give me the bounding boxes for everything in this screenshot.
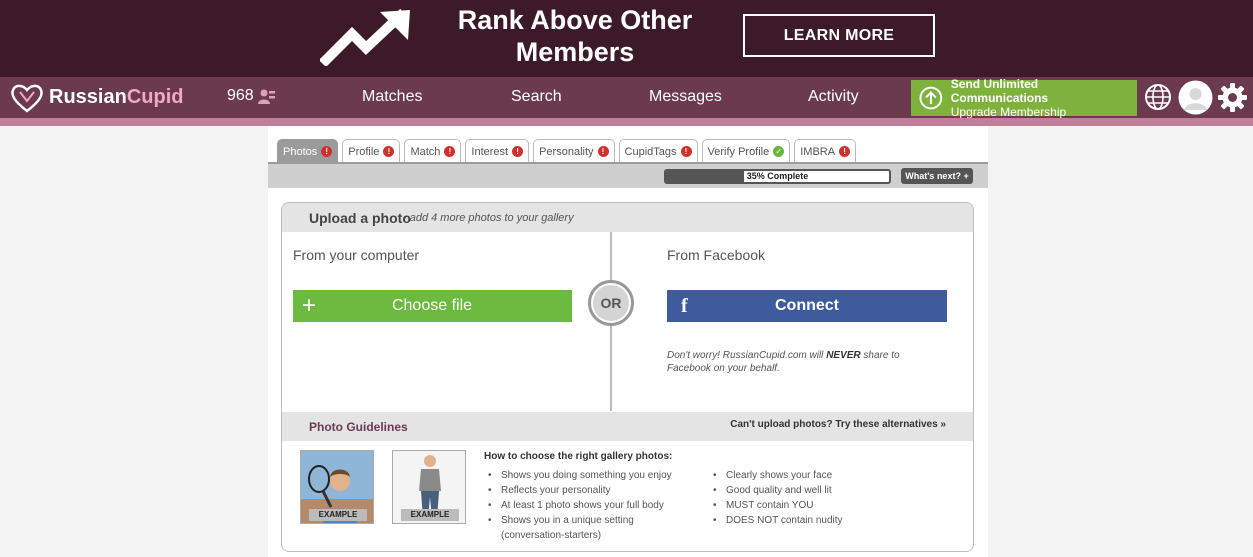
upload-title: Upload a photo <box>309 210 411 226</box>
alert-icon: ! <box>383 146 395 157</box>
example-label: EXAMPLE <box>401 509 459 521</box>
arrow-up-circle-icon <box>919 86 943 110</box>
alert-icon: ! <box>839 146 851 157</box>
upload-photo-card: Upload a photo - add 4 more photos to yo… <box>281 202 974 552</box>
nav-activity[interactable]: Activity <box>808 88 859 106</box>
nav-messages[interactable]: Messages <box>649 88 722 106</box>
tab-imbra[interactable]: IMBRA! <box>794 139 857 163</box>
members-icon <box>257 89 275 104</box>
guidelines-title: Photo Guidelines <box>309 420 408 434</box>
online-count[interactable]: 968 <box>227 87 276 105</box>
or-separator: OR <box>588 280 634 326</box>
avatar[interactable] <box>1178 80 1213 115</box>
facebook-privacy-note: Don't worry! RussianCupid.com will NEVER… <box>667 349 927 375</box>
gear-icon[interactable] <box>1218 83 1247 112</box>
tip-item: DOES NOT contain nudity <box>709 513 909 528</box>
tab-label: Verify Profile <box>707 145 770 158</box>
note-text: Don't worry! RussianCupid.com will <box>667 350 827 361</box>
heart-logo-icon <box>11 84 43 113</box>
check-icon: ✓ <box>773 146 785 157</box>
upgrade-button[interactable]: Send Unlimited Communications Upgrade Me… <box>911 77 1137 119</box>
from-computer-label: From your computer <box>293 247 420 263</box>
tips-list-left: Shows you doing something you enjoy Refl… <box>484 468 699 543</box>
from-facebook-label: From Facebook <box>667 247 766 263</box>
learn-more-button[interactable]: LEARN MORE <box>743 14 935 57</box>
upgrade-line2: Upgrade Membership <box>950 105 1067 119</box>
upload-subtitle: - add 4 more photos to your gallery <box>403 212 574 224</box>
tab-label: Profile <box>348 145 380 158</box>
tab-label: Match <box>410 145 441 158</box>
plus-icon: + <box>302 292 317 319</box>
choose-file-label: Choose file <box>391 297 473 314</box>
tip-item: Reflects your personality <box>484 483 699 498</box>
alternatives-link[interactable]: Can't upload photos? Try these alternati… <box>730 419 946 430</box>
tab-match[interactable]: Match! <box>404 139 462 163</box>
globe-icon[interactable] <box>1144 83 1172 111</box>
example-photo-2: EXAMPLE <box>392 450 466 524</box>
logo[interactable]: RussianCupid <box>10 81 183 114</box>
alert-icon: ! <box>444 146 456 157</box>
brand-name-part1: Russian <box>49 86 127 108</box>
example-label: EXAMPLE <box>309 509 367 521</box>
tip-item: Shows you in a unique setting (conversat… <box>484 513 699 543</box>
tab-photos[interactable]: Photos! <box>277 139 339 163</box>
tip-item: Good quality and well lit <box>709 483 909 498</box>
tab-label: CupidTags <box>624 145 677 158</box>
tab-cupidtags[interactable]: CupidTags! <box>618 139 698 163</box>
guidelines-header: Photo Guidelines Can't upload photos? Tr… <box>282 412 973 441</box>
tab-label: Interest <box>471 145 509 158</box>
profile-tabs: Photos! Profile! Match! Interest! Person… <box>277 139 860 163</box>
tab-personality[interactable]: Personality! <box>533 139 615 163</box>
profile-progress-bar: 35% Complete <box>664 169 891 184</box>
example-photo-1: EXAMPLE <box>300 450 374 524</box>
alert-icon: ! <box>597 146 609 157</box>
upgrade-text: Send Unlimited Communications Upgrade Me… <box>951 77 1137 119</box>
tab-verify-profile[interactable]: Verify Profile ✓ <box>701 139 791 163</box>
note-emphasis: NEVER <box>826 350 861 361</box>
brand-name: RussianCupid <box>49 86 183 109</box>
trending-up-icon <box>320 8 410 66</box>
choose-file-button[interactable]: + Choose file <box>293 290 572 322</box>
upgrade-line1: Send Unlimited Communications <box>950 77 1049 105</box>
tab-interest[interactable]: Interest! <box>465 139 530 163</box>
nav-accent-strip <box>0 118 1253 126</box>
tab-label: Photos <box>283 145 318 158</box>
alert-icon: ! <box>680 146 692 157</box>
tab-profile[interactable]: Profile! <box>342 139 401 163</box>
connect-label: Connect <box>775 297 839 314</box>
tip-item: At least 1 photo shows your full body <box>484 498 699 513</box>
banner-headline: Rank Above Other Members <box>457 5 693 67</box>
how-to-choose-title: How to choose the right gallery photos: <box>484 451 673 462</box>
top-nav: RussianCupid 968 Matches Search Messages… <box>0 77 1253 119</box>
card-header: Upload a photo - add 4 more photos to yo… <box>282 203 973 232</box>
progress-label: 35% Complete <box>746 171 809 181</box>
online-count-value: 968 <box>227 87 254 104</box>
alert-icon: ! <box>321 146 333 157</box>
alert-icon: ! <box>512 146 524 157</box>
tab-label: Personality <box>539 145 594 158</box>
tip-item: Clearly shows your face <box>709 468 909 483</box>
nav-search[interactable]: Search <box>511 88 562 106</box>
tip-item: MUST contain YOU <box>709 498 909 513</box>
facebook-connect-button[interactable]: f Connect <box>667 290 947 322</box>
whats-next-button[interactable]: What's next? + <box>901 168 973 184</box>
nav-matches[interactable]: Matches <box>362 88 422 106</box>
or-label: OR <box>593 285 629 321</box>
promo-banner: Rank Above Other Members LEARN MORE <box>0 0 1253 77</box>
tips-list-right: Clearly shows your face Good quality and… <box>709 468 909 528</box>
facebook-icon: f <box>681 294 688 317</box>
tip-item: Shows you doing something you enjoy <box>484 468 699 483</box>
brand-name-part2: Cupid <box>126 86 184 108</box>
tab-label: IMBRA <box>800 145 836 158</box>
